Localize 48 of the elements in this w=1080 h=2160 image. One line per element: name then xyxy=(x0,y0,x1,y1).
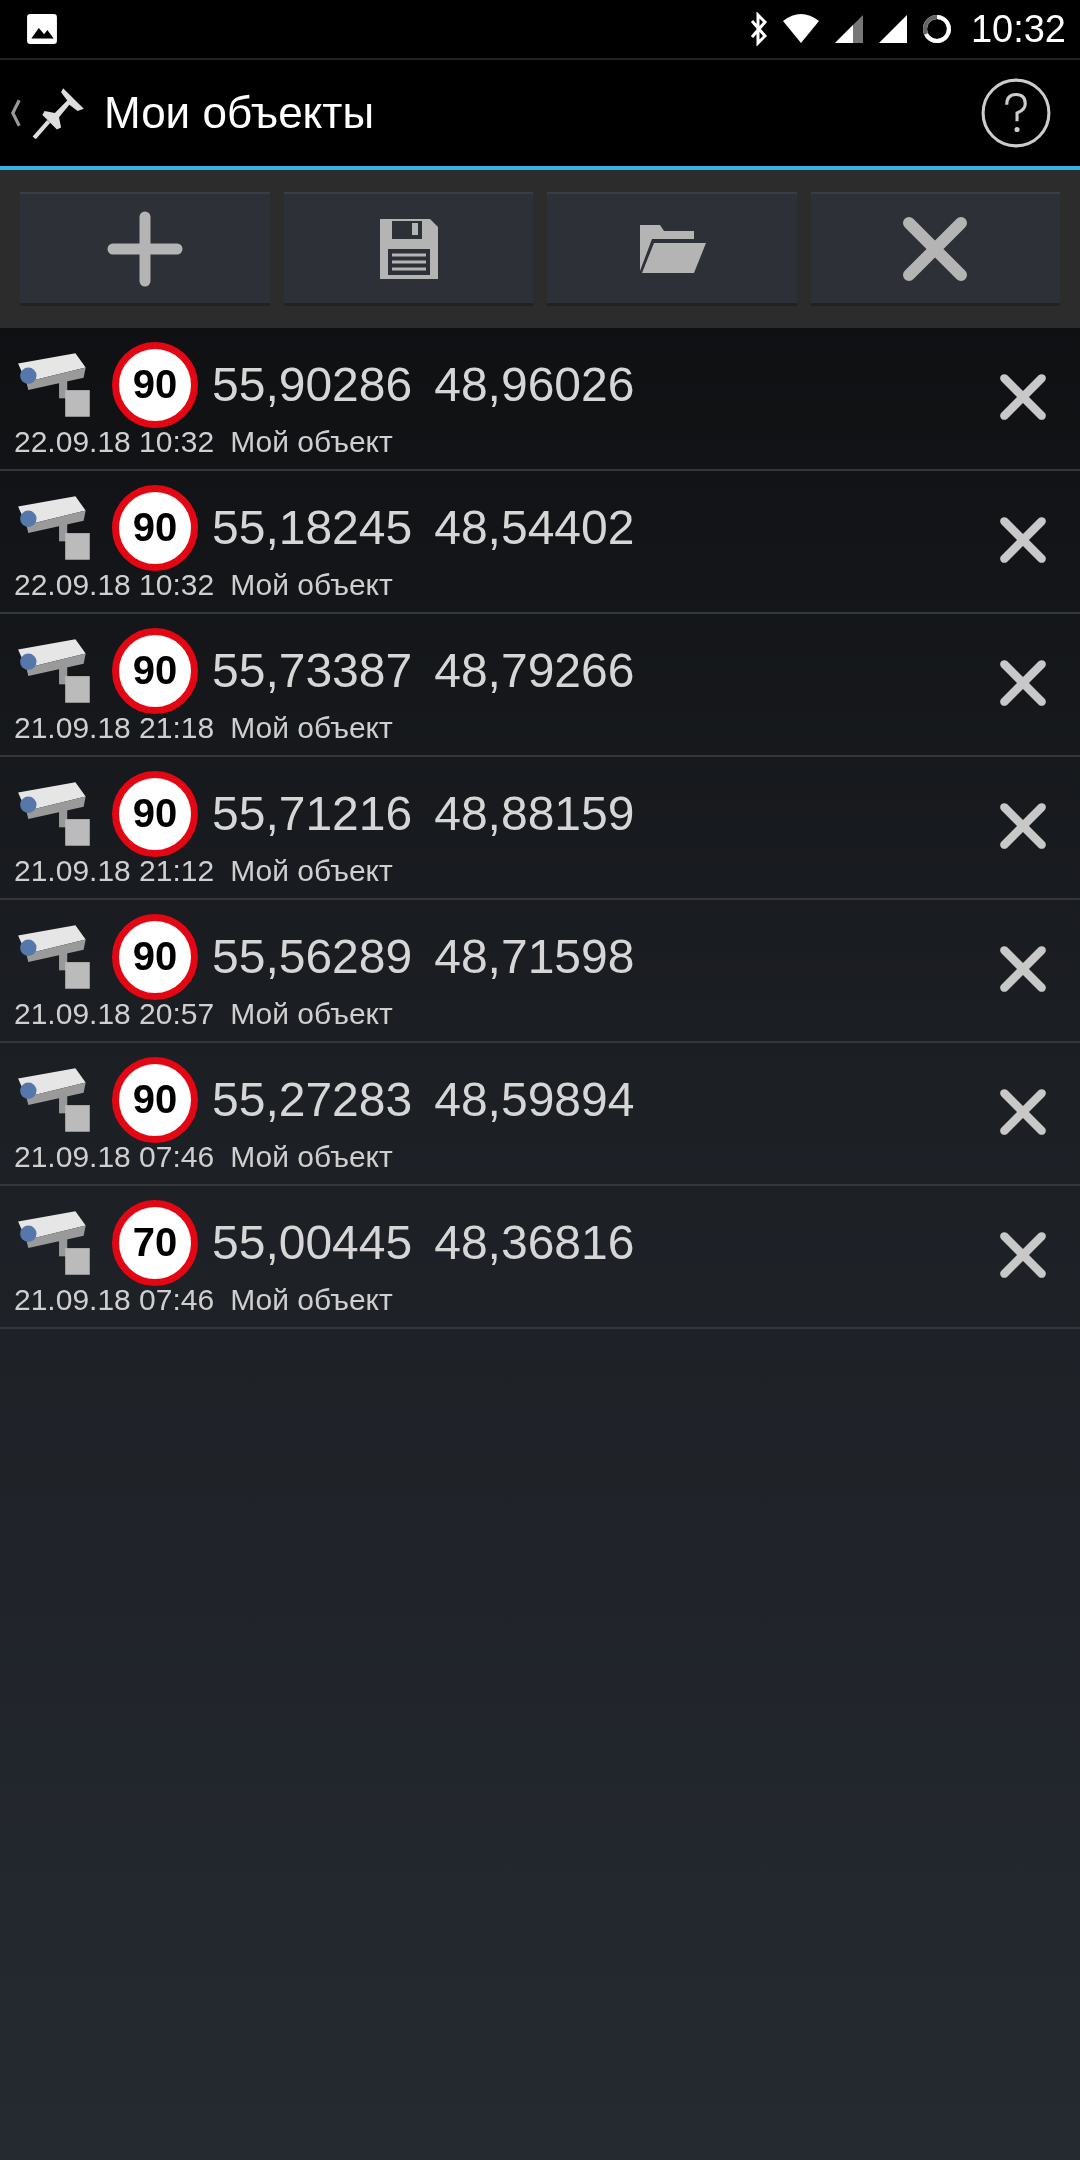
object-name: Мой объект xyxy=(230,1282,393,1317)
bluetooth-icon xyxy=(748,12,769,46)
object-name: Мой объект xyxy=(230,424,393,459)
object-name: Мой объект xyxy=(230,567,393,602)
object-row[interactable]: 90 55,18245 48,54402 22.09.18 10:32 Мой объект xyxy=(0,471,1080,614)
longitude: 48,79266 xyxy=(434,643,635,698)
speed-limit-sign: 90 xyxy=(112,341,198,428)
latitude: 55,73387 xyxy=(212,643,413,698)
object-row[interactable]: 90 55,90286 48,96026 22.09.18 10:32 Мой объект xyxy=(0,328,1080,471)
help-button[interactable] xyxy=(980,77,1052,149)
object-row[interactable]: 70 55,00445 48,36816 21.09.18 07:46 Мой объект xyxy=(0,1186,1080,1329)
latitude: 55,00445 xyxy=(212,1215,413,1270)
speed-limit-sign: 90 xyxy=(112,913,198,1000)
image-icon xyxy=(26,13,58,45)
longitude: 48,36816 xyxy=(434,1215,635,1270)
latitude: 55,56289 xyxy=(212,929,413,984)
latitude: 55,90286 xyxy=(212,357,413,412)
object-name: Мой объект xyxy=(230,996,393,1031)
speed-limit-sign: 70 xyxy=(112,1199,198,1286)
speed-limit-sign: 90 xyxy=(112,770,198,857)
speed-limit-sign: 90 xyxy=(112,1056,198,1143)
longitude: 48,59894 xyxy=(434,1072,635,1127)
status-time: 10:32 xyxy=(970,7,1066,51)
longitude: 48,96026 xyxy=(434,357,635,412)
add-button[interactable] xyxy=(20,192,270,306)
object-row[interactable]: 90 55,56289 48,71598 21.09.18 20:57 Мой объект xyxy=(0,900,1080,1043)
object-name: Мой объект xyxy=(230,710,393,745)
object-row[interactable]: 90 55,73387 48,79266 21.09.18 21:18 Мой объект xyxy=(0,614,1080,757)
latitude: 55,18245 xyxy=(212,500,413,555)
longitude: 48,71598 xyxy=(434,929,635,984)
chevron-icon xyxy=(10,97,22,129)
wifi-icon xyxy=(780,13,821,45)
longitude: 48,88159 xyxy=(434,786,635,841)
save-button[interactable] xyxy=(283,192,533,306)
object-name: Мой объект xyxy=(230,853,393,888)
screen-title: Мои объекты xyxy=(104,88,376,138)
delete-all-button[interactable] xyxy=(810,192,1060,306)
latitude: 55,71216 xyxy=(212,786,413,841)
speed-limit-sign: 90 xyxy=(112,627,198,714)
latitude: 55,27283 xyxy=(212,1072,413,1127)
open-button[interactable] xyxy=(547,192,797,306)
longitude: 48,54402 xyxy=(434,500,635,555)
speed-limit-sign: 90 xyxy=(112,484,198,571)
battery-icon xyxy=(920,13,953,45)
help-icon xyxy=(980,77,1052,149)
object-row[interactable]: 90 55,27283 48,59894 21.09.18 07:46 Мой объект xyxy=(0,1043,1080,1186)
object-name: Мой объект xyxy=(230,1139,393,1174)
object-row[interactable]: 90 55,71216 48,88159 21.09.18 21:12 Мой объект xyxy=(0,757,1080,900)
